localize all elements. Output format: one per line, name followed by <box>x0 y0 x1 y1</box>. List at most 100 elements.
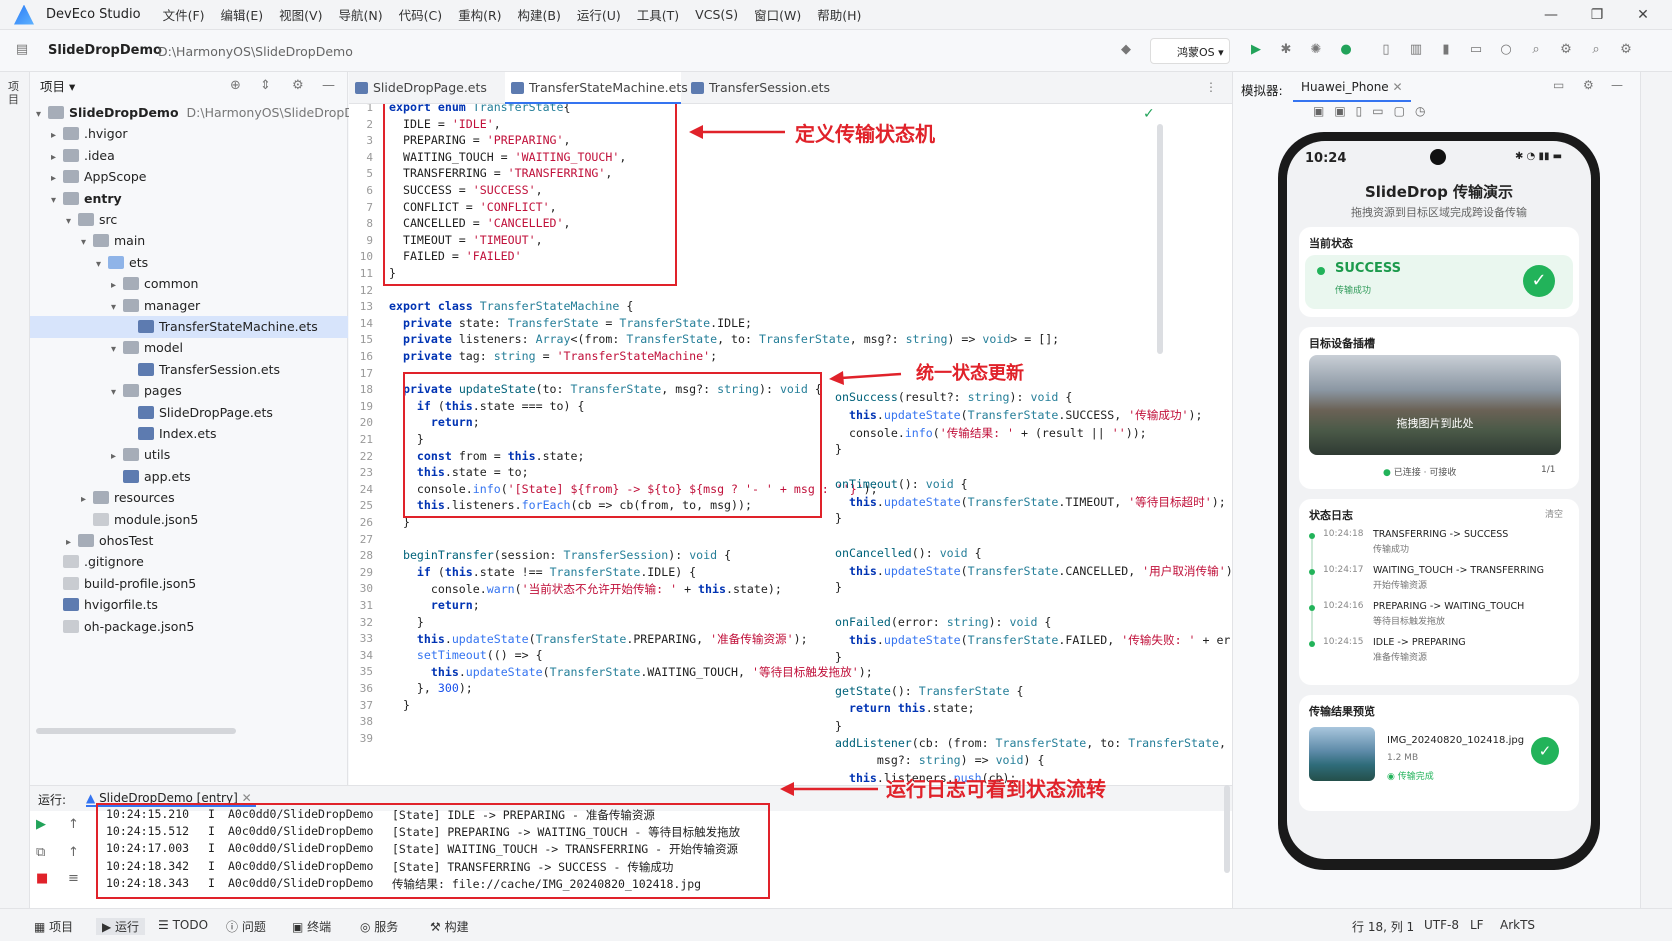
emulator-controls[interactable]: ▣▣▯▭▢◷ <box>1313 104 1435 118</box>
menu-build[interactable]: 构建(B) <box>518 5 561 24</box>
record-icon[interactable]: ○ <box>1498 42 1514 58</box>
tree-item-label: resources <box>114 490 175 506</box>
device-manager-icon[interactable]: ▯ <box>1378 42 1394 58</box>
tree-item[interactable]: hvigorfile.ts <box>30 594 348 616</box>
file-language[interactable]: ArkTS <box>1500 918 1535 932</box>
settings-icon[interactable]: ⚙ <box>1558 42 1574 58</box>
scroll-down-icon[interactable]: ↑ <box>68 845 79 860</box>
phone-screen[interactable]: 10:24 ✱ ◔ ▮▮ ▬ SlideDrop 传输演示 拖拽资源到目标区域完… <box>1287 141 1591 859</box>
tree-item[interactable]: app.ets <box>30 466 348 488</box>
code-token: .state); <box>725 582 782 597</box>
tab-transfersession[interactable]: TransferSession.ets <box>685 72 855 104</box>
restore-icon[interactable]: ❐ <box>1574 0 1620 30</box>
menu-refactor[interactable]: 重构(R) <box>458 5 501 24</box>
tablet-icon[interactable]: ▭ <box>1468 42 1484 58</box>
layout-icon[interactable]: ▭ <box>1553 78 1564 92</box>
menu-tools[interactable]: 工具(T) <box>637 5 679 24</box>
phone-icon[interactable]: ▮ <box>1438 42 1454 58</box>
locate-icon[interactable]: ⊕ <box>230 78 241 93</box>
line-separator[interactable]: LF <box>1470 918 1484 932</box>
menu-code[interactable]: 代码(C) <box>399 5 442 24</box>
tree-item[interactable]: ▾ src <box>30 209 348 231</box>
restore-layout-icon[interactable]: ⧉ <box>36 845 45 860</box>
gear-icon[interactable]: ⚙ <box>1618 42 1634 58</box>
tree-item[interactable]: TransferStateMachine.ets <box>30 316 348 338</box>
cursor-position[interactable]: 行 18, 列 1 <box>1352 918 1414 935</box>
log-clear-button[interactable]: 清空 <box>1545 507 1563 520</box>
tree-item[interactable]: ▾ ets <box>30 252 348 274</box>
scroll-up-icon[interactable]: ↑ <box>68 817 79 832</box>
stop-icon[interactable]: ■ <box>36 871 48 886</box>
status-terminal[interactable]: ▣ 终端 <box>292 918 331 935</box>
debug-icon[interactable]: ✱ <box>1278 42 1294 58</box>
rerun-icon[interactable]: ▶ <box>36 817 46 832</box>
close-tab-icon[interactable]: ✕ <box>1393 80 1403 94</box>
menu-run[interactable]: 运行(U) <box>577 5 621 24</box>
tree-item[interactable]: ▸ common <box>30 273 348 295</box>
build-variant-icon[interactable]: ◆ <box>1118 42 1134 58</box>
tree-item[interactable]: ▾ pages <box>30 380 348 402</box>
tree-item[interactable]: ▸ resources <box>30 487 348 509</box>
minimize-icon[interactable]: — <box>1528 0 1574 30</box>
menu-file[interactable]: 文件(F) <box>163 5 205 24</box>
gear-icon[interactable]: ⚙ <box>1583 78 1594 92</box>
emulator-device-tab[interactable]: Huawei_Phone ✕ <box>1293 72 1411 102</box>
search-icon[interactable]: ⌕ <box>1588 42 1604 58</box>
more-tabs-icon[interactable]: ⋮ <box>1205 80 1217 94</box>
menu-edit[interactable]: 编辑(E) <box>221 5 264 24</box>
menu-window[interactable]: 窗口(W) <box>754 5 801 24</box>
tree-item[interactable]: ▸ .idea <box>30 145 348 167</box>
file-encoding[interactable]: UTF-8 <box>1424 918 1459 932</box>
drop-zone[interactable]: 拖拽图片到此处 <box>1309 355 1561 455</box>
project-name[interactable]: SlideDropDemo <box>48 43 162 58</box>
project-folder-icon[interactable]: ▤ <box>14 42 30 58</box>
device-selector[interactable]: 鸿蒙OS ▾ <box>1150 38 1230 64</box>
horizontal-scrollbar[interactable] <box>36 728 236 734</box>
console-scrollbar[interactable] <box>1224 785 1230 873</box>
tree-item[interactable]: ▸ ohosTest <box>30 530 348 552</box>
panel-settings-icon[interactable]: ⚙ <box>292 78 304 93</box>
close-window-icon[interactable]: ✕ <box>1620 0 1666 30</box>
tree-item[interactable]: oh-package.json5 <box>30 616 348 638</box>
search-everywhere-icon[interactable]: ⌕ <box>1528 42 1544 58</box>
menu-help[interactable]: 帮助(H) <box>817 5 861 24</box>
status-services[interactable]: ◎ 服务 <box>360 918 398 935</box>
tree-item[interactable]: ▸ .hvigor <box>30 123 348 145</box>
run-icon[interactable]: ▶ <box>1248 42 1264 58</box>
profile-icon[interactable]: ✺ <box>1308 42 1324 58</box>
tree-item[interactable]: .gitignore <box>30 551 348 573</box>
code-editor[interactable]: 1 2 3 4 5 6 7 8 9 10 11 12 13 14 15 16 17 18 19 20 21 22 23 24 2… <box>349 104 1232 785</box>
status-run[interactable]: ▶ 运行 <box>96 918 146 935</box>
tree-item[interactable]: ▸ utils <box>30 444 348 466</box>
tab-transferstatemachine[interactable]: TransferStateMachine.ets ✕ <box>505 72 688 127</box>
tree-item[interactable]: TransferSession.ets <box>30 359 348 381</box>
tree-item[interactable]: ▾ model <box>30 337 348 359</box>
tree-item-label: Index.ets <box>159 426 217 441</box>
vertical-scrollbar[interactable] <box>1157 124 1163 354</box>
project-tool-tab[interactable]: 项目 <box>8 80 22 106</box>
tab-slidedroppage[interactable]: SlideDropPage.ets <box>349 72 501 104</box>
tree-item[interactable]: ▸ AppScope <box>30 166 348 188</box>
status-project[interactable]: ▦ 项目 <box>34 918 73 935</box>
project-panel-title[interactable]: 项目 <box>40 79 65 94</box>
status-todo[interactable]: ☰ TODO <box>158 918 208 932</box>
soft-wrap-icon[interactable]: ≡ <box>68 871 79 886</box>
tree-item[interactable]: SlideDropPage.ets <box>30 402 348 424</box>
status-problems[interactable]: ⓘ 问题 <box>226 918 266 935</box>
status-build[interactable]: ⚒ 构建 <box>430 918 469 935</box>
hide-panel-icon[interactable]: — <box>322 78 335 93</box>
tree-item[interactable]: Index.ets <box>30 423 348 445</box>
tree-item[interactable]: ▾ main <box>30 230 348 252</box>
layout-icon[interactable]: ▥ <box>1408 42 1424 58</box>
tree-item[interactable]: ▾ manager <box>30 295 348 317</box>
tree-item[interactable]: ▾ SlideDropDemo D:\HarmonyOS\SlideDropDemo <box>30 102 381 124</box>
hide-panel-icon[interactable]: — <box>1611 78 1623 92</box>
collapse-all-icon[interactable]: ⇕ <box>260 78 271 93</box>
tree-item[interactable]: module.json5 <box>30 509 348 531</box>
tree-item[interactable]: build-profile.json5 <box>30 573 348 595</box>
menu-view[interactable]: 视图(V) <box>279 5 322 24</box>
menu-navigate[interactable]: 导航(N) <box>338 5 382 24</box>
tree-item[interactable]: ▾ entry <box>30 188 348 210</box>
menu-vcs[interactable]: VCS(S) <box>695 7 738 22</box>
attach-icon[interactable]: ● <box>1338 42 1354 58</box>
